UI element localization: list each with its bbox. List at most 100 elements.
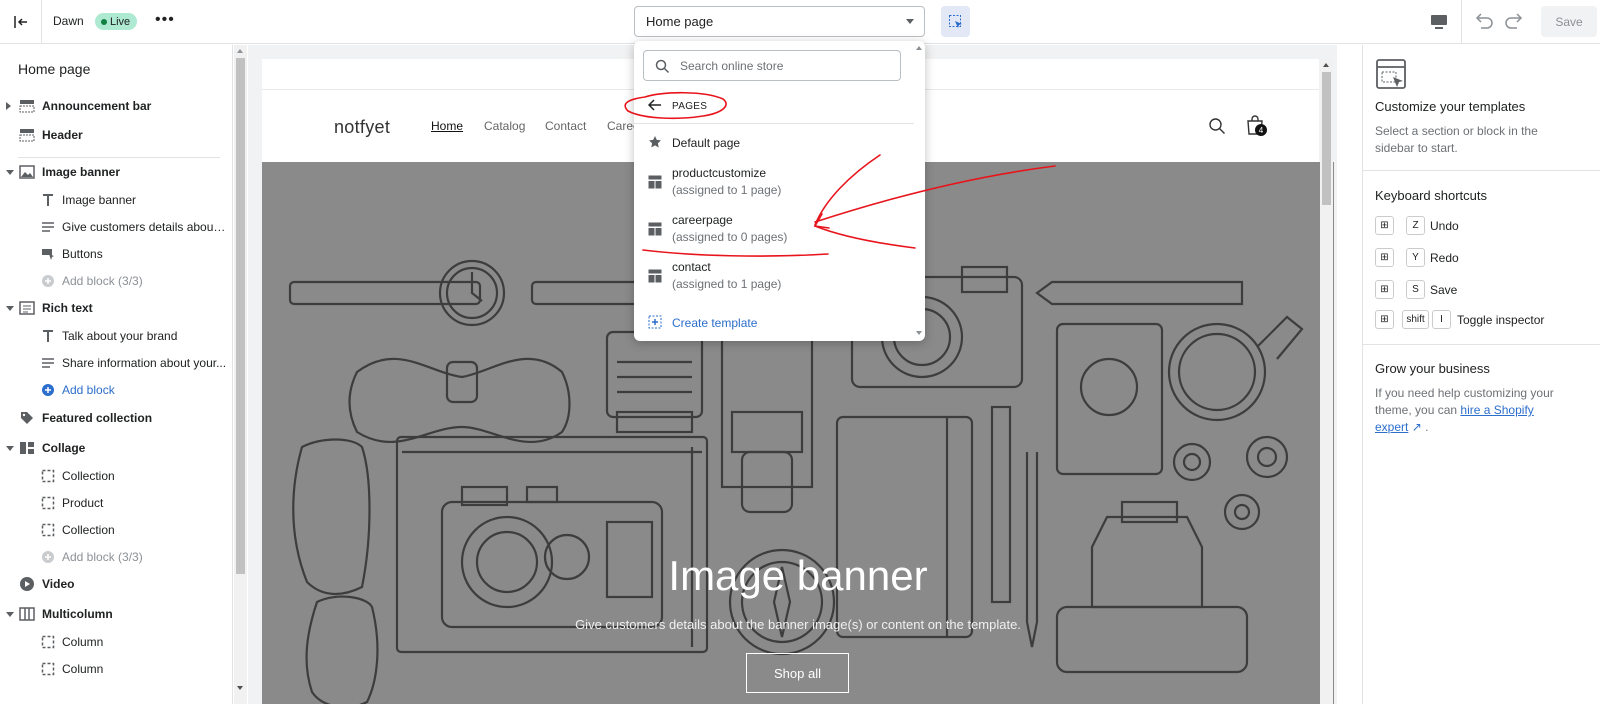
rich-text-icon: [19, 300, 35, 316]
save-button[interactable]: Save: [1541, 6, 1597, 37]
key-shift: shift: [1402, 310, 1429, 329]
create-template-link[interactable]: Create template: [672, 316, 757, 330]
template-option-careerpage[interactable]: careerpage (assigned to 0 pages): [634, 206, 914, 253]
search-icon: [1209, 118, 1225, 134]
sidebar-block-collection[interactable]: Collection: [0, 464, 232, 488]
dropdown-divider: [634, 123, 914, 124]
desktop-icon: [1431, 15, 1447, 29]
key-s: S: [1406, 280, 1425, 299]
scroll-down-arrow-icon[interactable]: [916, 331, 922, 335]
scroll-up-arrow-icon[interactable]: [237, 49, 243, 53]
template-option-default-page[interactable]: Default page: [634, 126, 914, 159]
paragraph-icon: [40, 219, 56, 235]
shortcut-toggle-inspector-label: Toggle inspector: [1457, 313, 1545, 327]
dashed-box-icon: [40, 634, 56, 650]
sidebar-block-heading[interactable]: Talk about your brand: [0, 324, 232, 348]
sidebar-title: Home page: [18, 61, 91, 77]
key-z: Z: [1406, 216, 1425, 235]
grow-business-text: If you need help customizing your theme,…: [1375, 386, 1554, 434]
sidebar-item-header[interactable]: Header: [0, 123, 232, 147]
topbar-divider: [1461, 0, 1462, 44]
sidebar-block-column[interactable]: Column: [0, 657, 232, 681]
shortcut-save-label: Save: [1430, 283, 1458, 297]
template-option-productcustomize[interactable]: productcustomize (assigned to 1 page): [634, 159, 914, 206]
search-online-store-input[interactable]: Search online store: [643, 50, 901, 81]
sidebar-item-multicolumn[interactable]: Multicolumn: [0, 602, 232, 626]
preview-scroll-thumb[interactable]: [1322, 72, 1331, 205]
sidebar-item-featured-collection[interactable]: Featured collection: [0, 406, 232, 430]
keyboard-shortcuts-title: Keyboard shortcuts: [1375, 188, 1488, 203]
chevron-down-icon[interactable]: [6, 611, 14, 617]
section-heading-pages: PAGES: [672, 101, 708, 112]
store-logo[interactable]: notfyet: [334, 117, 390, 138]
live-dot-icon: [101, 18, 107, 25]
customize-templates-icon: [1375, 58, 1409, 95]
sidebar-block-text[interactable]: Share information about your...: [0, 351, 232, 375]
undo-button[interactable]: [1473, 10, 1495, 35]
sidebar-scroll-thumb[interactable]: [236, 58, 245, 574]
shortcut-redo-label: Redo: [1430, 251, 1459, 265]
template-option-contact[interactable]: contact (assigned to 1 page): [634, 253, 914, 300]
theme-name: Dawn: [53, 14, 84, 28]
text-icon: [40, 328, 56, 344]
section-sidebar: Home page Announcement bar Header Image …: [0, 45, 233, 704]
sidebar-block-heading[interactable]: Image banner: [0, 188, 232, 212]
live-badge: Live: [95, 13, 138, 30]
panel-divider: [1362, 170, 1600, 171]
external-link-icon: ↗: [1411, 420, 1422, 434]
chevron-down-icon[interactable]: [6, 445, 14, 451]
sidebar-block-buttons[interactable]: Buttons: [0, 242, 232, 266]
banner-subtext[interactable]: Give customers details about the banner …: [262, 617, 1334, 632]
scroll-up-arrow-icon[interactable]: [916, 46, 922, 50]
back-button[interactable]: [647, 99, 662, 114]
create-template-icon: [648, 315, 662, 329]
ctrl-key: ⊞: [1375, 310, 1394, 329]
chevron-down-icon[interactable]: [6, 305, 14, 311]
banner-heading[interactable]: Image banner: [262, 552, 1334, 600]
sidebar-block-collection[interactable]: Collection: [0, 518, 232, 542]
shortcut-undo-label: Undo: [1430, 219, 1459, 233]
add-circle-icon: [40, 273, 56, 289]
sidebar-block-text[interactable]: Give customers details about ...: [0, 215, 232, 239]
sidebar-block-product[interactable]: Product: [0, 491, 232, 515]
sidebar-add-block[interactable]: Add block: [0, 378, 232, 402]
exit-button[interactable]: [0, 0, 42, 44]
key-i: I: [1432, 310, 1451, 329]
ctrl-key: ⊞: [1375, 216, 1394, 235]
header-icon: [19, 127, 35, 143]
sidebar-add-block-disabled: Add block (3/3): [0, 269, 232, 293]
template-icon: [648, 269, 662, 283]
inspector-toggle-button[interactable]: [941, 6, 970, 37]
announcement-icon: [19, 98, 35, 114]
desktop-view-button[interactable]: [1427, 10, 1451, 34]
play-icon: [19, 576, 35, 592]
more-actions-button[interactable]: •••: [155, 11, 175, 29]
sidebar-item-image-banner[interactable]: Image banner: [0, 160, 232, 184]
chevron-right-icon[interactable]: [6, 102, 11, 110]
template-icon: [648, 222, 662, 236]
sidebar-item-rich-text[interactable]: Rich text: [0, 296, 232, 320]
inspector-icon: [948, 14, 962, 28]
sidebar-item-announcement-bar[interactable]: Announcement bar: [0, 94, 232, 118]
sidebar-item-collage[interactable]: Collage: [0, 436, 232, 460]
image-icon: [19, 164, 35, 180]
sidebar-block-column[interactable]: Column: [0, 630, 232, 654]
shop-all-button[interactable]: Shop all: [746, 653, 849, 693]
redo-button[interactable]: [1503, 10, 1525, 35]
columns-icon: [19, 606, 35, 622]
template-select[interactable]: Home page: [634, 6, 925, 37]
scroll-up-arrow-icon[interactable]: [1323, 63, 1329, 67]
store-search-button[interactable]: [1208, 117, 1226, 138]
dashed-box-icon: [40, 661, 56, 677]
buttons-icon: [40, 246, 56, 262]
customize-templates-text: Select a section or block in the sidebar…: [1375, 124, 1538, 155]
key-y: Y: [1406, 248, 1425, 267]
sidebar-item-video[interactable]: Video: [0, 572, 232, 596]
nav-link-home[interactable]: Home: [431, 119, 463, 133]
nav-link-catalog[interactable]: Catalog: [484, 119, 525, 133]
customize-templates-title: Customize your templates: [1375, 99, 1526, 114]
scroll-down-arrow-icon[interactable]: [237, 686, 243, 690]
nav-link-contact[interactable]: Contact: [545, 119, 586, 133]
chevron-down-icon[interactable]: [6, 169, 14, 175]
dashed-box-icon: [40, 522, 56, 538]
